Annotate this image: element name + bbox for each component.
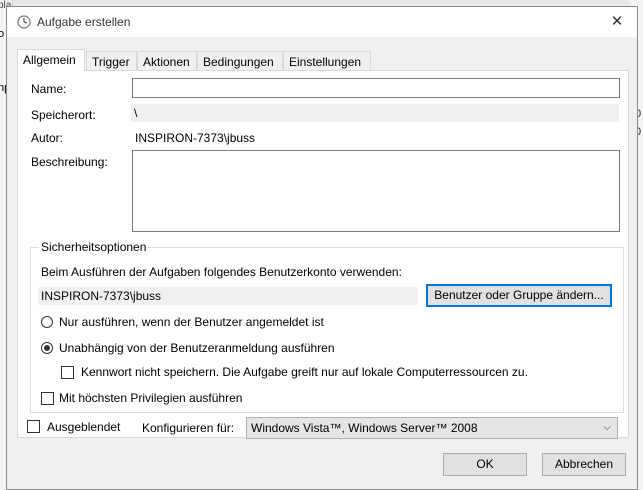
author-value: INSPIRON-7373\jbuss bbox=[135, 131, 256, 145]
radio-run-when-logged-on[interactable] bbox=[41, 316, 53, 328]
tab-einstellungen[interactable]: Einstellungen bbox=[283, 51, 371, 71]
security-options-group: Sicherheitsoptionen Beim Ausführen der A… bbox=[30, 240, 624, 413]
radio-run-whether-logged-on-label: Unabhängig von der Benutzeranmeldung aus… bbox=[59, 341, 335, 355]
account-value: INSPIRON-7373\jbuss bbox=[38, 287, 418, 305]
configure-for-value: Windows Vista™, Windows Server™ 2008 bbox=[251, 421, 478, 435]
tab-aktionen[interactable]: Aktionen bbox=[137, 51, 197, 71]
clock-icon bbox=[17, 15, 31, 29]
highest-privileges-checkbox[interactable] bbox=[41, 392, 54, 405]
tab-trigger[interactable]: Trigger bbox=[86, 51, 137, 71]
tab-bedingungen[interactable]: Bedingungen bbox=[197, 51, 283, 71]
radio-run-when-logged-on-label: Nur ausführen, wenn der Benutzer angemel… bbox=[59, 315, 324, 329]
location-label: Speicherort: bbox=[31, 108, 96, 122]
highest-privileges-label: Mit höchsten Privilegien ausführen bbox=[59, 391, 243, 405]
change-user-button[interactable]: Benutzer oder Gruppe ändern... bbox=[426, 284, 612, 307]
create-task-dialog: Aufgabe erstellen ✕ Allgemein Trigger Ak… bbox=[6, 6, 638, 490]
configure-for-label: Konfigurieren für: bbox=[142, 421, 235, 435]
cancel-button[interactable]: Abbrechen bbox=[542, 453, 626, 476]
close-button[interactable]: ✕ bbox=[607, 12, 627, 32]
dialog-title: Aufgabe erstellen bbox=[37, 15, 131, 29]
radio-run-whether-logged-on[interactable] bbox=[41, 342, 53, 354]
ok-button[interactable]: OK bbox=[443, 453, 527, 476]
location-value: \ bbox=[131, 104, 619, 122]
security-options-title: Sicherheitsoptionen bbox=[39, 240, 149, 254]
account-prompt: Beim Ausführen der Aufgaben folgendes Be… bbox=[41, 265, 402, 279]
author-label: Autor: bbox=[31, 131, 64, 145]
hidden-label: Ausgeblendet bbox=[47, 420, 121, 434]
configure-for-select[interactable]: Windows Vista™, Windows Server™ 2008 ⌵ bbox=[246, 417, 618, 439]
close-icon: ✕ bbox=[610, 13, 624, 30]
name-label: Name: bbox=[31, 82, 67, 96]
description-textarea[interactable] bbox=[132, 150, 620, 232]
chevron-down-icon: ⌵ bbox=[603, 422, 611, 433]
name-input[interactable] bbox=[132, 78, 620, 98]
background-text: o bbox=[0, 28, 4, 40]
dont-store-password-label: Kennwort nicht speichern. Die Aufgabe gr… bbox=[81, 365, 528, 379]
title-bar[interactable]: Aufgabe erstellen ✕ bbox=[7, 7, 637, 37]
dont-store-password-checkbox[interactable] bbox=[61, 366, 74, 379]
general-tab-panel: Name: Speicherort: \ Autor: INSPIRON-737… bbox=[17, 70, 629, 438]
description-label: Beschreibung: bbox=[31, 155, 108, 169]
tab-allgemein[interactable]: Allgemein bbox=[17, 49, 85, 72]
hidden-checkbox[interactable] bbox=[27, 420, 40, 433]
